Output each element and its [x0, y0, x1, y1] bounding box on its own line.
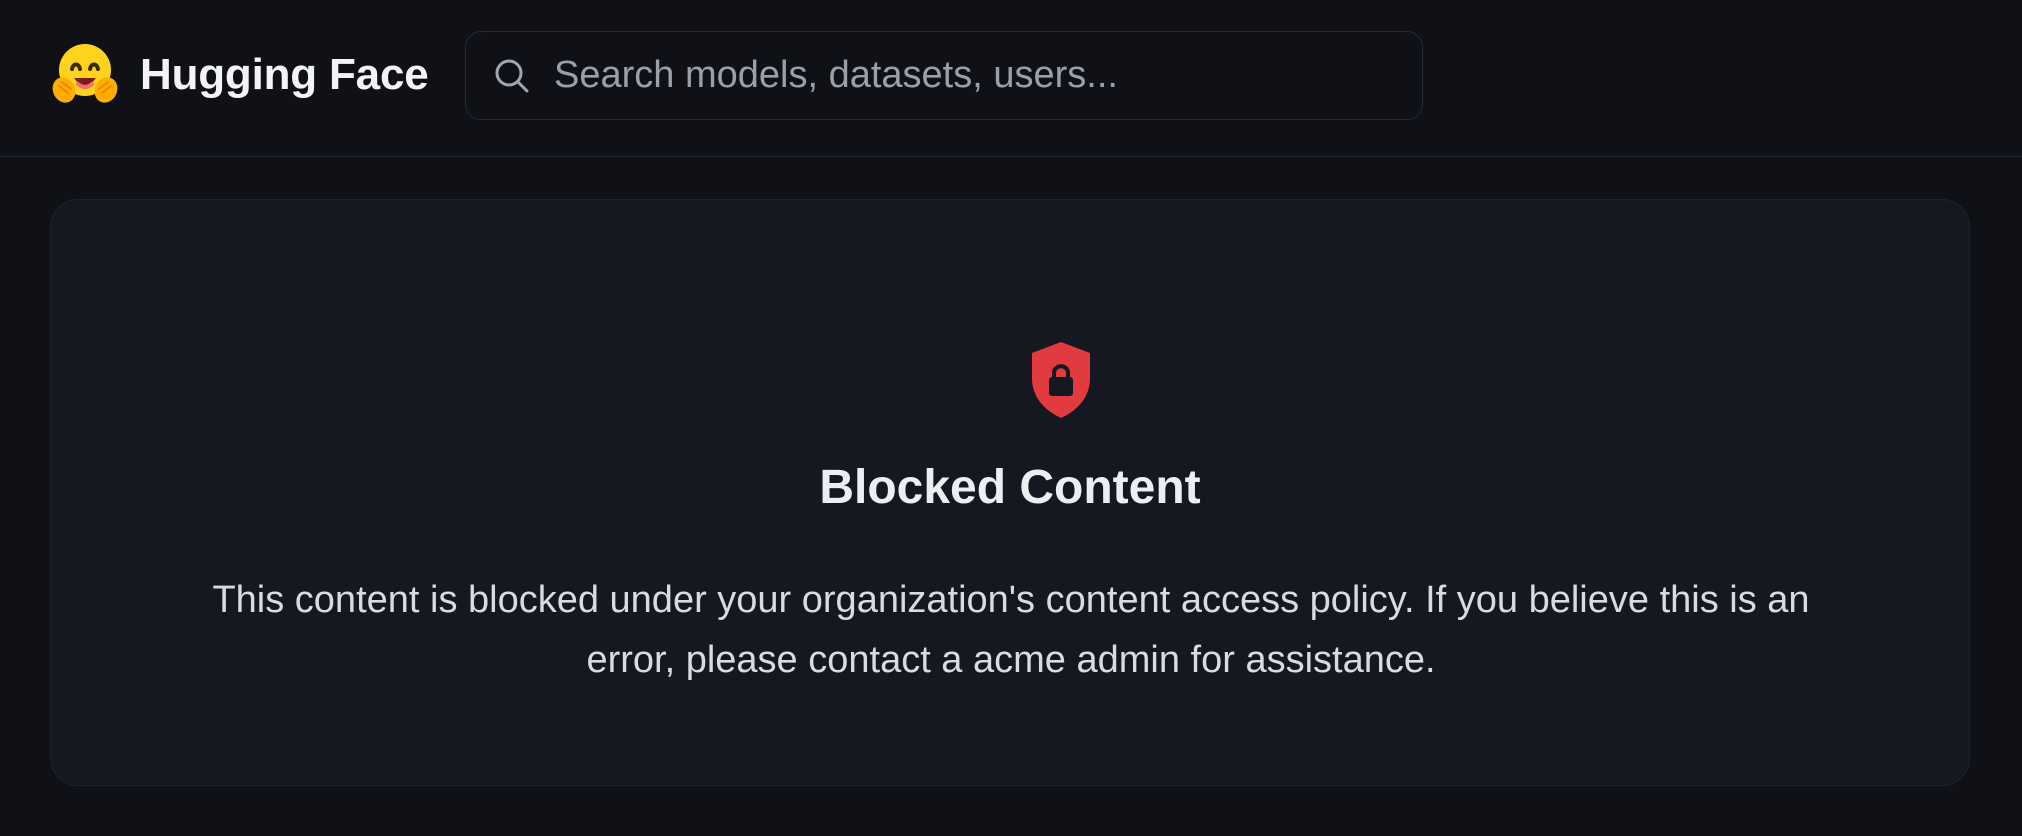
blocked-content-card: Blocked Content This content is blocked …	[50, 199, 1970, 786]
blocked-content-message: This content is blocked under your organ…	[212, 579, 1810, 681]
shield-lock-icon	[1032, 342, 1090, 418]
search-box[interactable]	[465, 31, 1423, 120]
page: Hugging Face Blocked Content This conten…	[0, 0, 2022, 836]
blocked-content-title: Blocked Content	[819, 461, 1201, 514]
hugging-face-home-link[interactable]: Hugging Face	[50, 40, 429, 110]
brand-name: Hugging Face	[140, 50, 429, 99]
hugging-face-emoji-icon	[52, 44, 118, 103]
top-navigation-bar: Hugging Face	[0, 0, 2022, 157]
search-icon	[495, 59, 529, 92]
search-input[interactable]	[552, 44, 1422, 107]
